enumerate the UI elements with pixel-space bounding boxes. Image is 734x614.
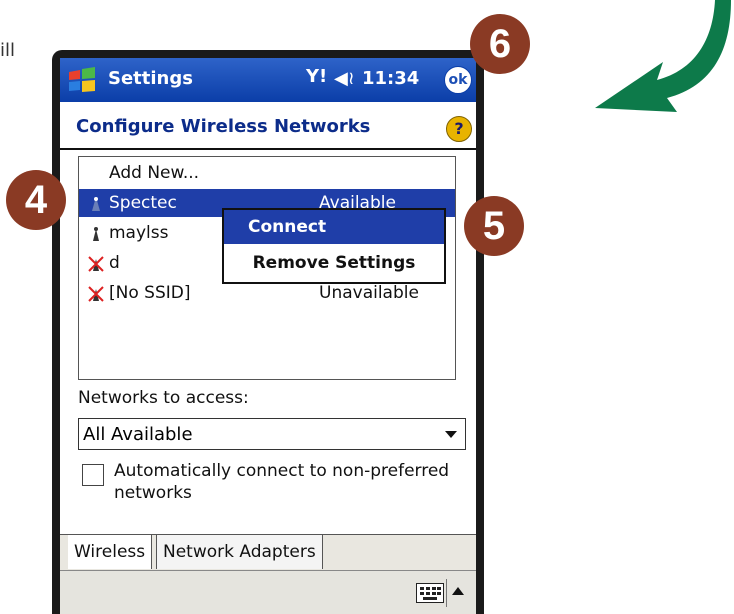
title-bar: Settings Y! ◀︎≀ 11:34 ok	[60, 58, 476, 102]
keyboard-icon[interactable]	[416, 583, 444, 603]
ok-button[interactable]: ok	[444, 66, 472, 94]
networks-to-access-dropdown[interactable]: All Available	[78, 418, 466, 450]
bottom-toolbar	[60, 570, 476, 614]
app-title: Settings	[108, 68, 193, 89]
unavailable-network-icon	[88, 256, 104, 272]
antenna-icon[interactable]: Y!	[306, 66, 327, 87]
dropdown-value: All Available	[83, 424, 193, 445]
autoconnect-label[interactable]: Automatically connect to non-preferred n…	[114, 460, 454, 504]
windows-flag-icon[interactable]	[66, 64, 98, 96]
menu-item-connect[interactable]: Connect	[224, 210, 444, 244]
callout-badge-6: 6	[470, 14, 530, 74]
context-menu: Connect Remove Settings	[222, 208, 446, 284]
green-arrow-graphic	[595, 0, 731, 112]
menu-item-remove-settings[interactable]: Remove Settings	[224, 246, 444, 280]
speaker-icon[interactable]: ◀︎≀	[334, 68, 355, 89]
callout-badge-4: 4	[6, 170, 66, 230]
tab-strip: Wireless Network Adapters	[60, 534, 476, 571]
chevron-down-icon[interactable]	[445, 431, 457, 438]
help-icon[interactable]: ?	[446, 116, 472, 142]
partial-caption-text: ill	[0, 40, 16, 61]
device-screen: Settings Y! ◀︎≀ 11:34 ok Configure Wirel…	[60, 58, 476, 614]
header-divider	[60, 148, 476, 150]
networks-to-access-label: Networks to access:	[78, 388, 249, 408]
toolbar-separator	[446, 579, 447, 607]
tab-network-adapters[interactable]: Network Adapters	[156, 535, 323, 569]
pocket-pc-device: Settings Y! ◀︎≀ 11:34 ok Configure Wirel…	[52, 50, 484, 614]
autoconnect-checkbox[interactable]	[82, 464, 104, 486]
input-panel-arrow-icon[interactable]	[452, 587, 464, 595]
unavailable-network-icon	[88, 286, 104, 302]
add-new-item[interactable]: Add New...	[79, 159, 455, 187]
tab-wireless[interactable]: Wireless	[68, 535, 153, 569]
clock[interactable]: 11:34	[362, 68, 419, 89]
callout-badge-5: 5	[464, 196, 524, 256]
network-antenna-icon	[93, 227, 99, 241]
page-title: Configure Wireless Networks	[76, 116, 371, 137]
network-antenna-icon	[92, 197, 100, 211]
